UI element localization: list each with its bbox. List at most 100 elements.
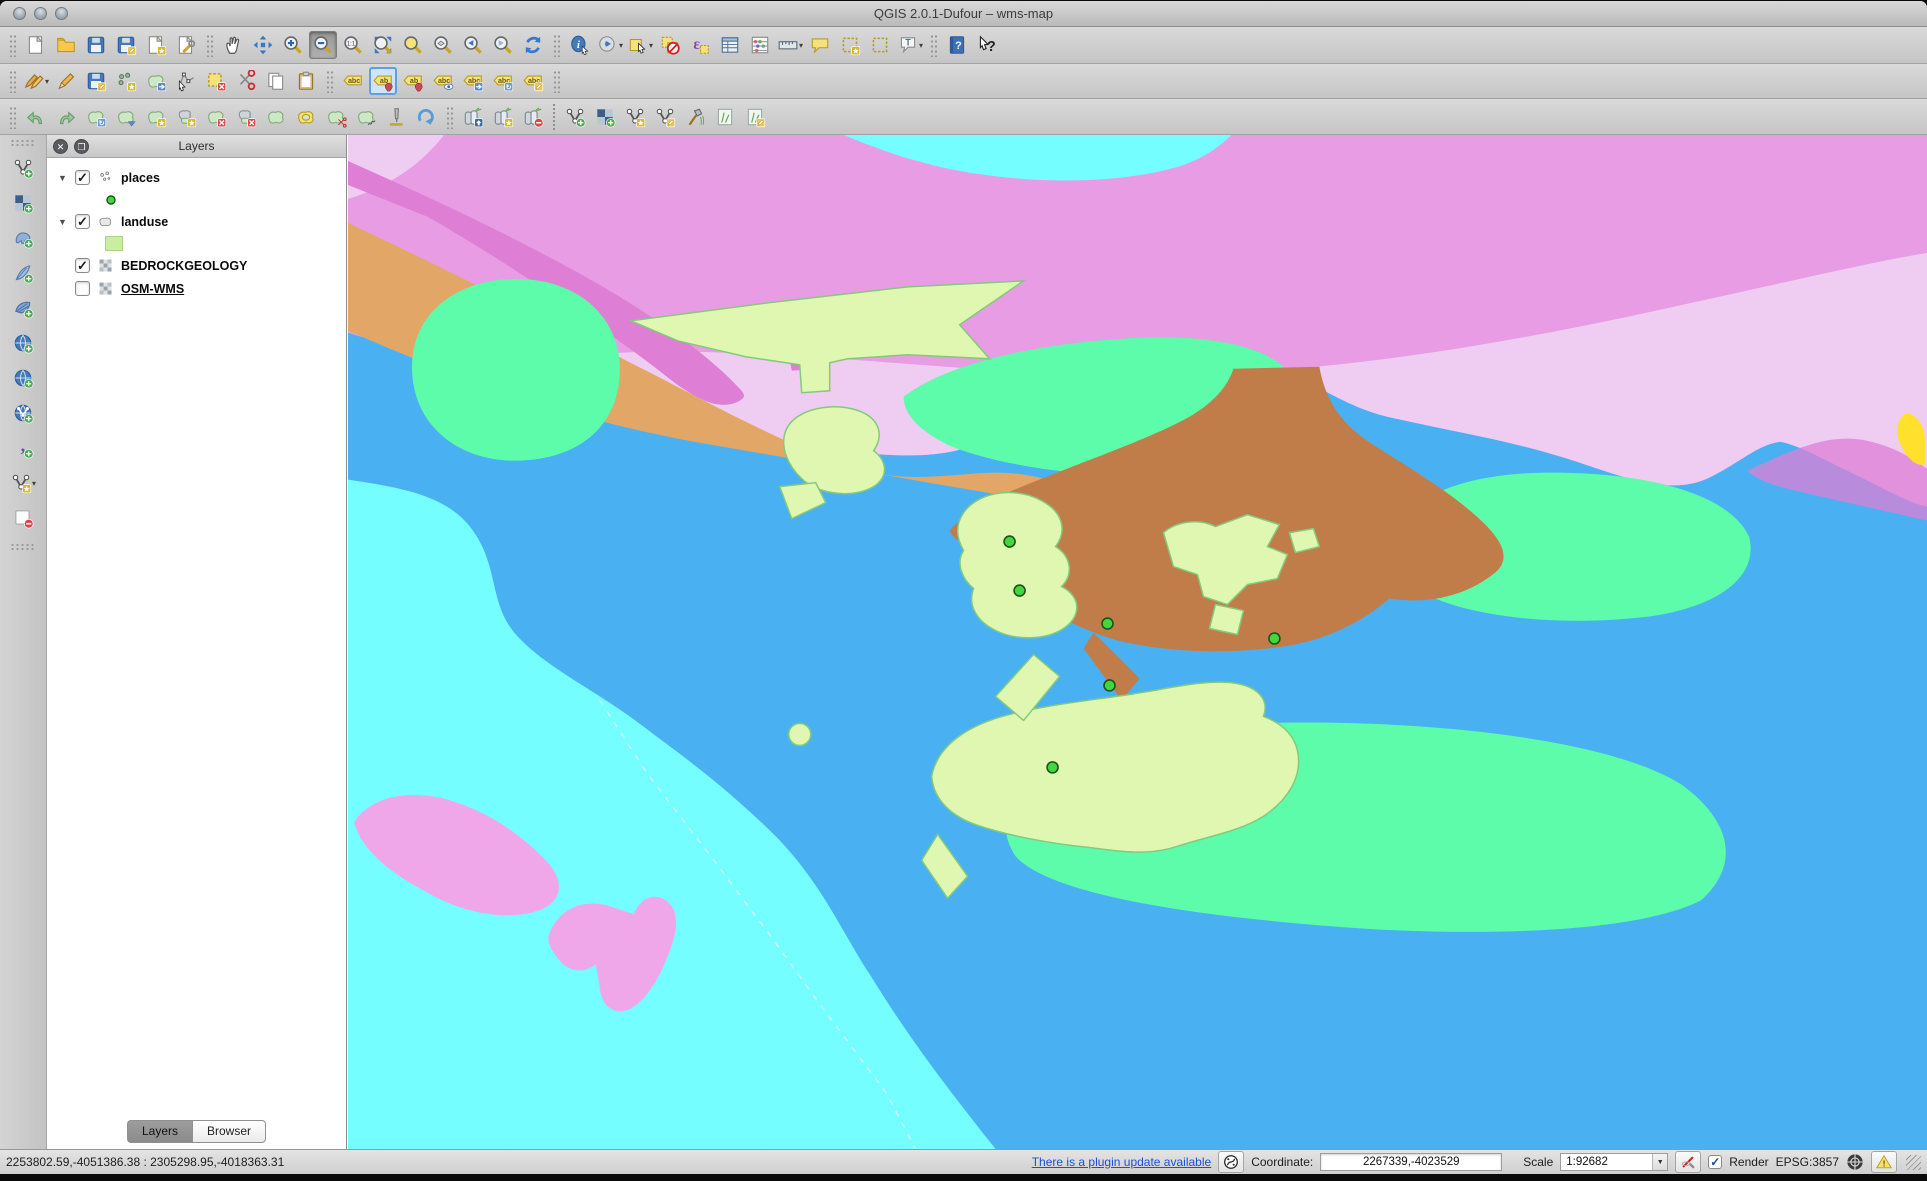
rotate-label-icon[interactable]: abc↻ — [489, 67, 517, 95]
measure-icon[interactable]: ▾ — [776, 31, 804, 59]
toggle-editing-icon[interactable] — [52, 67, 80, 95]
add-vector-layer-icon[interactable] — [9, 155, 37, 181]
split-features-icon[interactable] — [322, 103, 350, 131]
chevron-down-icon[interactable]: ▾ — [32, 479, 36, 488]
zoom-to-selection-icon[interactable] — [399, 31, 427, 59]
remove-layer-icon[interactable] — [9, 505, 37, 531]
layer-visibility-checkbox[interactable]: ✓ — [75, 170, 90, 185]
crs-status-icon[interactable] — [1846, 1153, 1864, 1171]
render-checkbox[interactable]: ✓ — [1708, 1155, 1722, 1169]
copy-features-icon[interactable] — [262, 67, 290, 95]
layer-label[interactable]: landuse — [121, 215, 168, 229]
run-feature-action-icon[interactable]: ▾ — [596, 31, 624, 59]
layer-row-places[interactable]: ▼✓places — [47, 166, 346, 189]
help-contents-icon[interactable]: ? — [943, 31, 971, 59]
pan-map-icon[interactable] — [219, 31, 247, 59]
toolbar-grip[interactable] — [325, 69, 334, 93]
whats-this-icon[interactable]: ? — [973, 31, 1001, 59]
layer-visibility-checkbox[interactable]: ✓ — [75, 258, 90, 273]
expander-icon[interactable]: ▼ — [57, 217, 68, 227]
undo-icon[interactable] — [22, 103, 50, 131]
new-vector-layer-icon[interactable] — [561, 103, 589, 131]
fill-ring-icon[interactable] — [382, 103, 410, 131]
move-label-icon[interactable]: abc — [459, 67, 487, 95]
new-raster-layer-icon[interactable] — [591, 103, 619, 131]
pin-labels-icon[interactable]: ab — [369, 67, 397, 95]
highlight-pinned-labels-icon[interactable]: ab — [399, 67, 427, 95]
zoom-last-icon[interactable] — [459, 31, 487, 59]
add-ring-icon[interactable] — [142, 103, 170, 131]
field-calculator-icon[interactable] — [746, 31, 774, 59]
pan-to-selection-icon[interactable] — [249, 31, 277, 59]
map-sheet-icon[interactable] — [711, 103, 739, 131]
scale-combobox[interactable]: 1:92682 ▼ — [1560, 1153, 1668, 1171]
save-layer-edits-icon[interactable] — [82, 67, 110, 95]
zoom-in-icon[interactable] — [279, 31, 307, 59]
text-annotation-icon[interactable]: T▾ — [896, 31, 924, 59]
open-attribute-table-icon[interactable] — [716, 31, 744, 59]
labeling-icon[interactable]: abc — [339, 67, 367, 95]
chevron-down-icon[interactable]: ▾ — [919, 41, 923, 50]
offline-editing-convert-icon[interactable] — [459, 103, 487, 131]
plugin-icon[interactable] — [1218, 1151, 1244, 1173]
layer-row-landuse[interactable]: ▼ ✓ landuse — [47, 210, 346, 233]
toolbar-grip[interactable] — [10, 139, 36, 147]
build-topology-icon[interactable] — [681, 103, 709, 131]
toolbar-grip[interactable] — [8, 33, 17, 57]
new-bookmark-icon[interactable] — [836, 31, 864, 59]
reshape-features-icon[interactable] — [262, 103, 290, 131]
open-project-icon[interactable] — [52, 31, 80, 59]
save-project-as-icon[interactable] — [112, 31, 140, 59]
simplify-feature-icon[interactable] — [112, 103, 140, 131]
add-feature-icon[interactable] — [112, 67, 140, 95]
redo-icon[interactable] — [52, 103, 80, 131]
toolbar-grip[interactable] — [10, 543, 36, 551]
rotate-point-symbols-icon[interactable] — [412, 103, 440, 131]
offline-editing-sync-icon[interactable] — [489, 103, 517, 131]
new-project-icon[interactable] — [22, 31, 50, 59]
layer-label[interactable]: OSM-WMS — [121, 282, 184, 296]
zoom-out-icon[interactable] — [309, 31, 337, 59]
delete-ring-icon[interactable] — [202, 103, 230, 131]
toolbar-grip[interactable] — [8, 105, 17, 129]
messages-warning-icon[interactable]: ! — [1871, 1151, 1897, 1173]
save-project-icon[interactable] — [82, 31, 110, 59]
toolbar-grip[interactable] — [205, 33, 214, 57]
chevron-down-icon[interactable]: ▾ — [649, 41, 653, 50]
cut-features-icon[interactable] — [232, 67, 260, 95]
stop-render-icon[interactable] — [1675, 1151, 1701, 1173]
map-canvas[interactable] — [347, 135, 1927, 1149]
show-bookmarks-icon[interactable] — [866, 31, 894, 59]
change-label-properties-icon[interactable]: abc — [519, 67, 547, 95]
zoom-next-icon[interactable] — [489, 31, 517, 59]
layer-label[interactable]: BEDROCKGEOLOGY — [121, 259, 247, 273]
node-tool-icon[interactable] — [172, 67, 200, 95]
zoom-full-extent-icon[interactable] — [369, 31, 397, 59]
add-wcs-layer-icon[interactable] — [9, 365, 37, 391]
layer-row-bedrockgeology[interactable]: ✓ BEDROCKGEOLOGY — [47, 254, 346, 277]
toolbar-grip[interactable] — [929, 33, 938, 57]
add-delimited-text-layer-icon[interactable]: , — [9, 435, 37, 461]
rotate-feature-icon[interactable]: ↻ — [82, 103, 110, 131]
coordinate-input[interactable] — [1320, 1153, 1502, 1171]
current-edits-icon[interactable]: ▾ — [22, 67, 50, 95]
add-postgis-layer-icon[interactable] — [9, 225, 37, 251]
add-part-icon[interactable] — [172, 103, 200, 131]
identify-features-icon[interactable]: i — [566, 31, 594, 59]
layer-visibility-checkbox[interactable]: ✓ — [75, 214, 90, 229]
vector-tools-star-icon[interactable] — [621, 103, 649, 131]
chevron-down-icon[interactable]: ▾ — [799, 41, 803, 50]
zoom-to-layer-icon[interactable] — [429, 31, 457, 59]
chevron-down-icon[interactable]: ▾ — [619, 41, 623, 50]
delete-part-icon[interactable] — [232, 103, 260, 131]
plugin-update-link[interactable]: There is a plugin update available — [1032, 1155, 1211, 1169]
toolbar-grip[interactable] — [8, 69, 17, 93]
chevron-down-icon[interactable]: ▼ — [1652, 1154, 1667, 1170]
add-mssql-layer-icon[interactable] — [9, 295, 37, 321]
resize-grip[interactable] — [1906, 1155, 1921, 1170]
layer-label[interactable]: places — [121, 171, 160, 185]
map-sheet-edit-icon[interactable] — [741, 103, 769, 131]
add-wms-layer-icon[interactable] — [9, 330, 37, 356]
panel-tab-layers[interactable]: Layers — [127, 1120, 192, 1143]
add-raster-layer-icon[interactable] — [9, 190, 37, 216]
